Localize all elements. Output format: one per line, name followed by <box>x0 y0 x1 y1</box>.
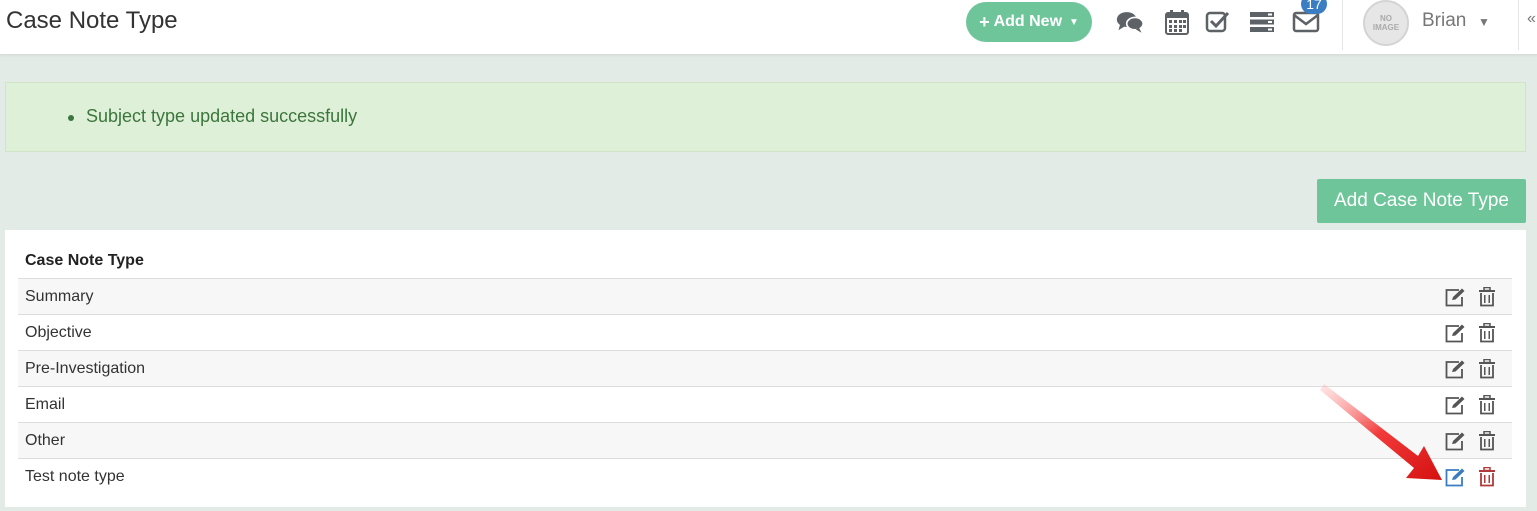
table-panel: Case Note Type Summary Objective Pre-Inves… <box>5 230 1526 507</box>
row-actions <box>1444 466 1498 488</box>
trash-icon[interactable] <box>1476 466 1498 488</box>
row-actions <box>1444 394 1498 416</box>
avatar[interactable]: NO IMAGE <box>1363 0 1409 46</box>
success-alert: Subject type updated successfully <box>5 82 1526 152</box>
add-new-button[interactable]: + Add New ▼ <box>966 2 1092 42</box>
page-title: Case Note Type <box>6 7 178 34</box>
table-row: Other <box>18 423 1512 459</box>
trash-icon[interactable] <box>1476 430 1498 452</box>
edit-icon[interactable] <box>1444 394 1466 416</box>
row-label: Email <box>25 396 66 413</box>
tasks-icon[interactable] <box>1204 8 1232 36</box>
user-name[interactable]: Brian <box>1422 10 1466 32</box>
edit-icon[interactable] <box>1444 358 1466 380</box>
calendar-icon[interactable] <box>1163 8 1191 36</box>
add-new-label: Add New <box>993 13 1063 30</box>
row-label: Pre-Investigation <box>25 360 146 377</box>
edit-icon[interactable] <box>1444 430 1466 452</box>
row-actions <box>1444 358 1498 380</box>
row-label: Summary <box>25 288 94 305</box>
avatar-text: NO <box>1380 14 1392 23</box>
chat-icon[interactable] <box>1116 8 1144 36</box>
row-actions <box>1444 286 1498 308</box>
edit-icon[interactable] <box>1444 322 1466 344</box>
trash-icon[interactable] <box>1476 286 1498 308</box>
row-label: Test note type <box>25 468 125 485</box>
collapse-icon[interactable]: « <box>1527 10 1536 28</box>
alert-message: Subject type updated successfully <box>68 106 357 127</box>
plus-icon: + <box>979 12 990 32</box>
edit-icon[interactable] <box>1444 286 1466 308</box>
alert-list: Subject type updated successfully <box>68 106 357 127</box>
notification-badge: 17 <box>1301 0 1327 14</box>
table-row: Objective <box>18 315 1512 351</box>
edit-icon[interactable] <box>1444 466 1466 488</box>
trash-icon[interactable] <box>1476 322 1498 344</box>
header-divider <box>1342 0 1343 50</box>
case-note-type-table: Case Note Type Summary Objective Pre-Inves… <box>18 243 1512 495</box>
add-case-note-type-button[interactable]: Add Case Note Type <box>1317 179 1526 223</box>
table-row: Summary <box>18 279 1512 315</box>
row-label: Objective <box>25 324 92 341</box>
table-row: Test note type <box>18 459 1512 495</box>
table-row: Email <box>18 387 1512 423</box>
chevron-down-icon: ▼ <box>1069 16 1079 28</box>
table-header: Case Note Type <box>18 243 1512 279</box>
trash-icon[interactable] <box>1476 358 1498 380</box>
chevron-down-icon[interactable]: ▼ <box>1478 15 1490 29</box>
avatar-text: IMAGE <box>1372 23 1400 32</box>
row-actions <box>1444 322 1498 344</box>
trash-icon[interactable] <box>1476 394 1498 416</box>
table-body: Summary Objective Pre-Investigation Email Ot… <box>18 279 1512 495</box>
row-actions <box>1444 430 1498 452</box>
list-icon[interactable] <box>1248 8 1276 36</box>
top-header: Case Note Type + Add New ▼ 17 NO IMAGE B… <box>0 0 1537 55</box>
row-label: Other <box>25 432 66 449</box>
table-row: Pre-Investigation <box>18 351 1512 387</box>
header-divider <box>1518 0 1519 50</box>
